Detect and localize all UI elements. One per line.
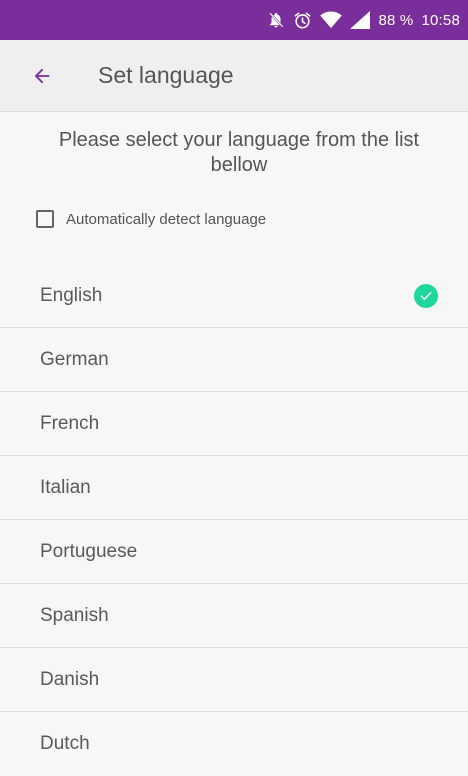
auto-detect-label: Automatically detect language	[66, 210, 267, 228]
language-label: English	[40, 284, 103, 306]
back-button[interactable]	[22, 56, 62, 96]
language-item-english[interactable]: English	[0, 264, 468, 328]
instruction-text: Please select your language from the lis…	[58, 129, 420, 176]
language-item-spanish[interactable]: Spanish	[0, 584, 468, 648]
language-item-german[interactable]: German	[0, 328, 468, 392]
language-label: Danish	[40, 668, 100, 690]
language-label: French	[40, 412, 100, 434]
language-item-dutch[interactable]: Dutch	[0, 712, 468, 776]
language-label: Portuguese	[40, 540, 138, 562]
auto-detect-row[interactable]: Automatically detect language	[36, 210, 266, 228]
language-item-french[interactable]: French	[0, 392, 468, 456]
language-item-portuguese[interactable]: Portuguese	[0, 520, 468, 584]
check-circle-icon	[414, 283, 438, 308]
language-label: German	[40, 348, 109, 370]
notifications-off-icon	[267, 11, 285, 29]
language-item-italian[interactable]: Italian	[0, 456, 468, 520]
clock: 10:58	[421, 11, 460, 29]
language-label: Italian	[40, 476, 91, 498]
language-label: Spanish	[40, 604, 109, 626]
auto-detect-checkbox[interactable]	[36, 210, 54, 228]
language-label: Dutch	[40, 733, 90, 754]
battery-level: 88 %	[378, 11, 414, 29]
app-bar: Set language	[0, 40, 468, 112]
signal-icon	[350, 11, 371, 29]
wifi-icon	[320, 11, 343, 29]
status-bar: 88 % 10:58	[0, 0, 468, 40]
arrow-left-icon	[34, 68, 50, 83]
language-item-danish[interactable]: Danish	[0, 648, 468, 712]
alarm-icon	[293, 11, 312, 30]
language-list: English German French Italian Portuguese…	[0, 264, 468, 776]
page-title: Set language	[98, 62, 234, 88]
